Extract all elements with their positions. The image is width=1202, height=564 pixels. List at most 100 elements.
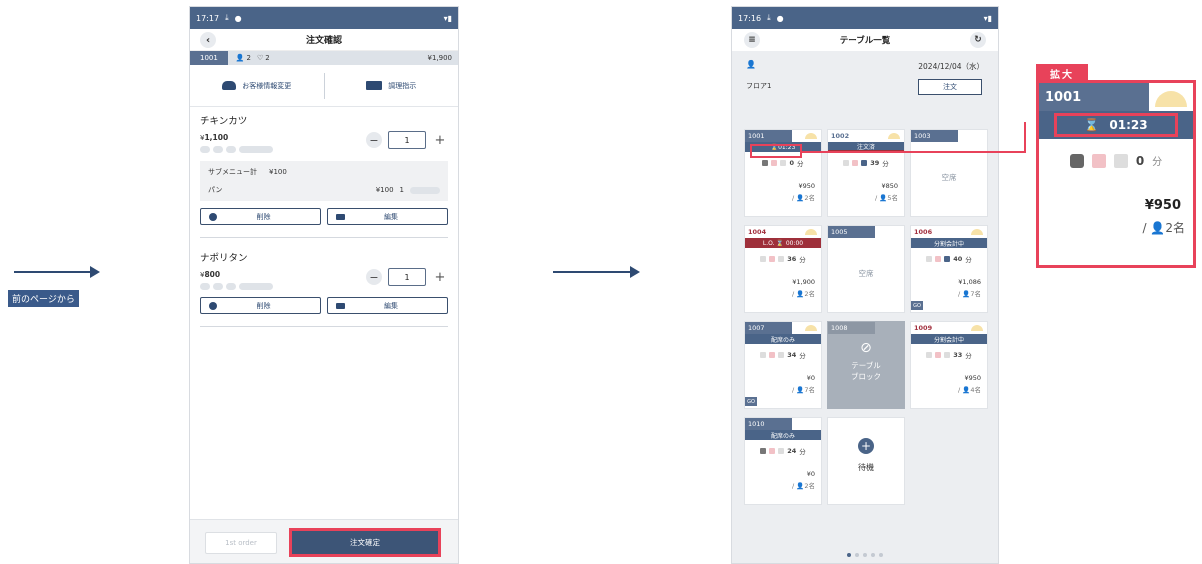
table-no: 1008 (828, 322, 876, 334)
table-status-icons: 24 分 (745, 446, 821, 456)
first-order-button[interactable]: 1st order (205, 532, 277, 554)
page-dot[interactable] (855, 553, 859, 557)
table-card-1006[interactable]: 1006 分割会計中 40 分 ¥1,086 / 👤7名 GO (910, 225, 988, 313)
page-title: 注文確認 (305, 36, 342, 46)
delete-button[interactable]: 削除 (200, 297, 321, 314)
bell-icon (805, 229, 817, 235)
table-card-1005[interactable]: 1005 空席 (827, 225, 905, 313)
table-amount: ¥1,900 (792, 278, 815, 286)
menu-button[interactable]: ≡ (744, 32, 760, 48)
table-no: 1002 (828, 130, 876, 142)
decrement-button[interactable]: − (366, 269, 382, 285)
bell-icon (1149, 83, 1193, 111)
item-separator (200, 326, 448, 327)
zoom-connector-vertical (1024, 122, 1026, 153)
table-grid-area: 👤 2024/12/04（水） フロア1 注文 1001 ⌛ 01:23 0分 … (732, 51, 998, 563)
item-buttons: 削除 編集 (200, 297, 448, 314)
hourglass-icon: ⌛ (1084, 118, 1100, 132)
page-indicator (732, 553, 998, 557)
status-time: 17:17 (196, 13, 220, 23)
zoom-amount: ¥950 (1144, 198, 1181, 213)
no-smoking-icon (1091, 153, 1106, 168)
page-dot[interactable] (847, 553, 851, 557)
delete-icon (209, 301, 217, 310)
table-status-icons: 36 分 (745, 254, 821, 264)
quantity-field[interactable]: 1 (388, 268, 426, 286)
table-status-icons: 40 分 (911, 254, 987, 264)
arrow-head-middle (630, 266, 640, 278)
floor-label: フロア1 (746, 82, 772, 90)
status-bar: 17:17 ⤓ ● ▾▮ (190, 7, 458, 29)
table-people: / 👤7名 (792, 386, 815, 394)
table-info-row: 1001 👤 2 ♡ 2 ¥1,900 (190, 51, 458, 65)
increment-button[interactable]: + (432, 269, 448, 285)
increment-button[interactable]: + (432, 132, 448, 148)
table-card-1007[interactable]: 1007 配席のみ 34 分 ¥0 / 👤7名 GO (744, 321, 822, 409)
kitchen-instruction-button[interactable]: 調理指示 (325, 81, 459, 91)
edit-icon (336, 302, 345, 309)
table-no: 1003 (911, 130, 959, 142)
block-label: テーブル ブロック (851, 361, 881, 382)
quantity-stepper: − 1 + (366, 131, 448, 149)
table-card-1002[interactable]: 1002 注文済 39 分 ¥850 / 👤5名 (827, 129, 905, 217)
confirm-order-highlight: 注文確定 (289, 528, 441, 557)
submenu-item-qty: 1 (399, 186, 404, 194)
edit-label: 編集 (384, 301, 398, 310)
table-card-1009[interactable]: 1009 分割会計中 33 分 ¥950 / 👤4名 (910, 321, 988, 409)
page-dot[interactable] (871, 553, 875, 557)
item-separator (200, 237, 448, 238)
delete-label: 削除 (256, 301, 271, 310)
submenu-box: サブメニュー計 ¥100 パン ¥100 1 (200, 161, 448, 201)
bell-icon (971, 229, 983, 235)
refresh-button[interactable]: ↻ (970, 32, 986, 48)
arrow-line-left (14, 271, 92, 273)
status-band: 分割会計中 (911, 334, 987, 344)
person-icon: 👤 (746, 60, 756, 69)
order-item: ナポリタン ¥800 − 1 + 削除 編集 (190, 244, 458, 320)
title-bar: ≡ テーブル一覧 ↻ (732, 29, 998, 51)
table-status-icons: 33 分 (911, 350, 987, 360)
confirm-order-button[interactable]: 注文確定 (292, 531, 438, 554)
table-card-1001[interactable]: 1001 ⌛ 01:23 0分 ¥950 / 👤2名 (744, 129, 822, 217)
order-button[interactable]: 注文 (918, 79, 982, 95)
bell-icon (971, 325, 983, 331)
zoom-header: 1001 (1039, 83, 1193, 111)
arrow-head-left (90, 266, 100, 278)
table-status-icons: 34 分 (745, 350, 821, 360)
download-icon: ⤓ (767, 13, 771, 22)
delete-button[interactable]: 削除 (200, 208, 321, 225)
table-card-1010[interactable]: 1010 配席のみ 24 分 ¥0 / 👤2名 (744, 417, 822, 505)
order-item: チキンカツ ¥1,100 − 1 + サブメニュー計 ¥100 パン ¥100 1 削… (190, 107, 458, 231)
table-amount: ¥950 (964, 374, 981, 382)
zoom-timer-highlight: ⌛ 01:23 (1054, 113, 1178, 137)
seat-count: 2 (265, 54, 270, 62)
customer-info-button[interactable]: お客様情報変更 (190, 81, 324, 91)
page-dot[interactable] (879, 553, 883, 557)
item-buttons: 削除 編集 (200, 208, 448, 225)
kitchen-icon (366, 81, 383, 90)
table-people: / 👤2名 (792, 290, 815, 298)
quantity-field[interactable]: 1 (388, 131, 426, 149)
person-icon: 👤 (1150, 221, 1166, 235)
zoom-mins: 0 (1135, 153, 1145, 168)
add-icon: + (858, 438, 874, 454)
edit-button[interactable]: 編集 (327, 208, 448, 225)
table-card-1004[interactable]: 1004 L.O. ⌛ 00:00 36 分 ¥1,900 / 👤2名 (744, 225, 822, 313)
table-card-1003[interactable]: 1003 空席 (910, 129, 988, 217)
waiting-card[interactable]: + 待機 (827, 417, 905, 505)
order-confirm-screen: 17:17 ⤓ ● ▾▮ ‹ 注文確認 1001 👤 2 ♡ 2 ¥1,900 お客様情… (189, 6, 459, 564)
settings-icon: ● (234, 13, 242, 23)
edit-button[interactable]: 編集 (327, 297, 448, 314)
back-button[interactable]: ‹ (200, 32, 216, 48)
decrement-button[interactable]: − (366, 132, 382, 148)
table-card-1008[interactable]: 1008 ⊘ テーブル ブロック (827, 321, 905, 409)
edit-icon (336, 213, 345, 220)
zoom-timer-band: ⌛ 01:23 (1039, 111, 1193, 139)
table-amount: ¥950 (798, 182, 815, 190)
status-band: 配席のみ (745, 430, 821, 440)
zoom-connector (802, 151, 1026, 153)
page-dot[interactable] (863, 553, 867, 557)
table-no: 1007 (745, 322, 793, 334)
action-row: お客様情報変更 調理指示 (190, 65, 458, 107)
bell-icon (805, 133, 817, 139)
